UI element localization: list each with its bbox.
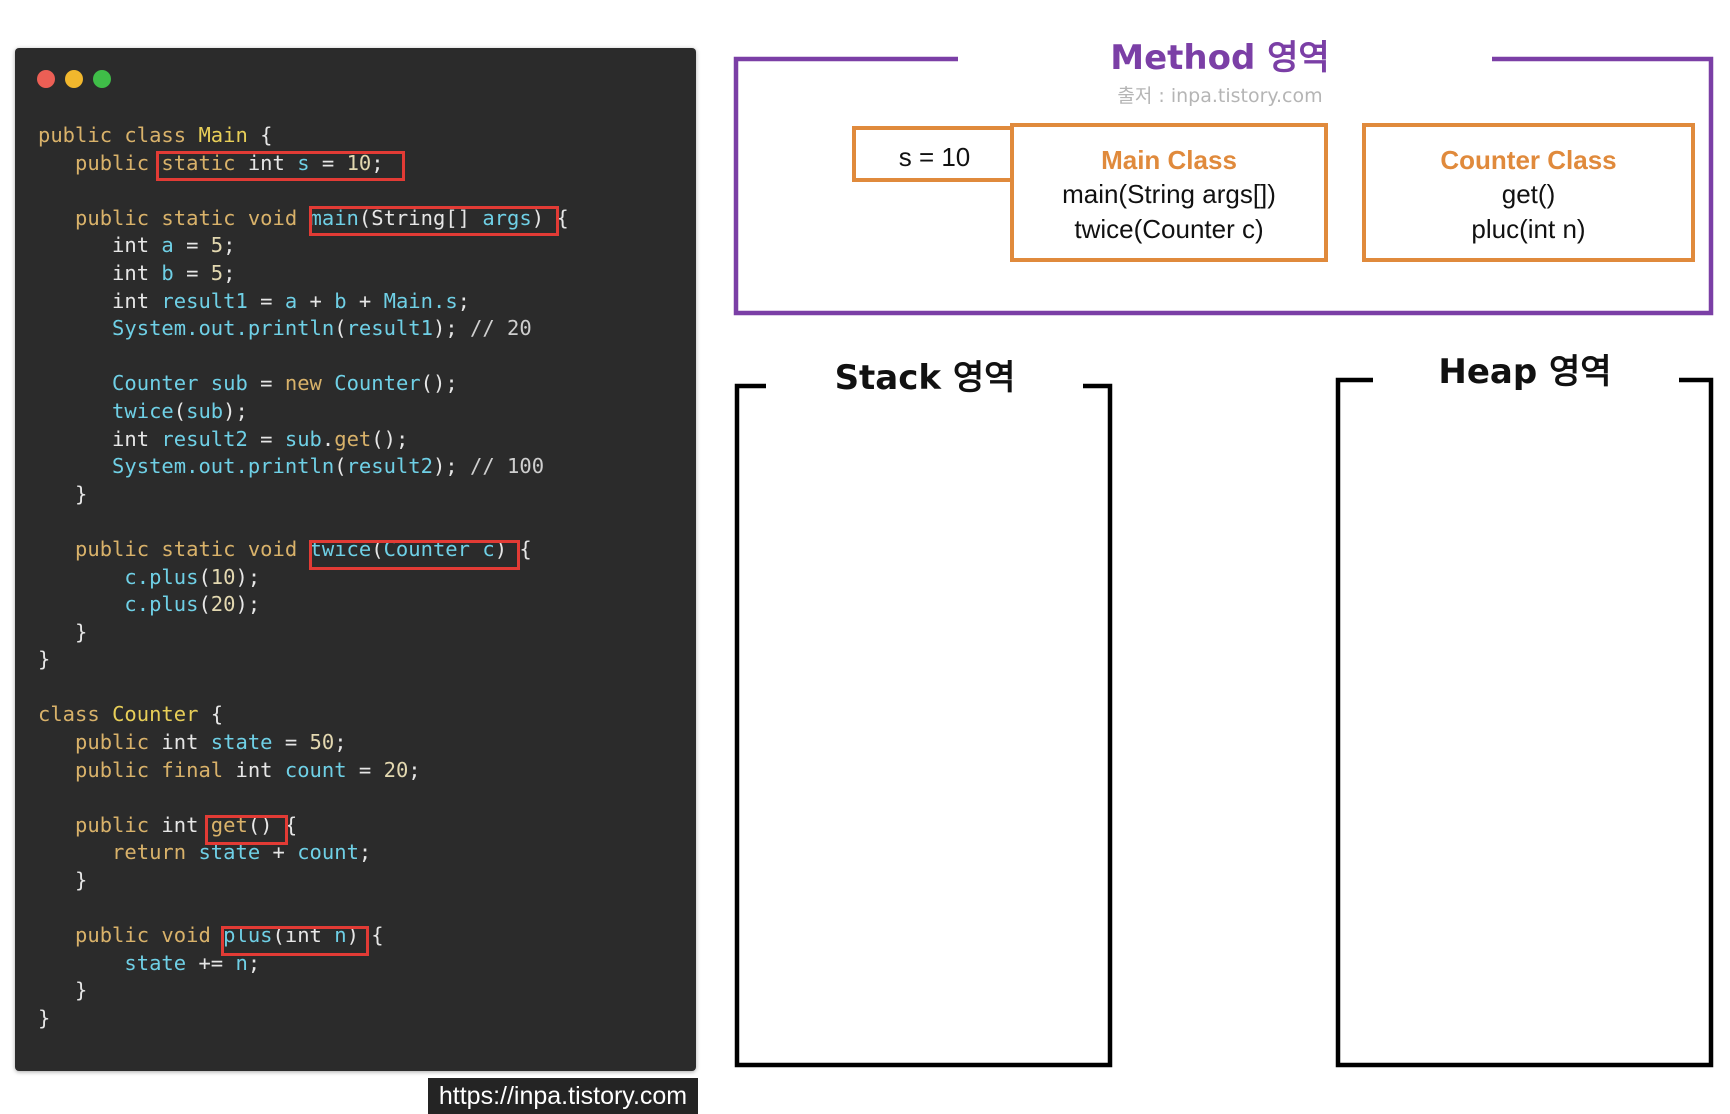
counter-class-box: Counter Class get() pluc(int n): [1362, 123, 1695, 262]
method-area-title: Method 영역: [1110, 38, 1330, 78]
main-class-box: Main Class main(String args[]) twice(Cou…: [1010, 123, 1328, 262]
counter-class-method: pluc(int n): [1471, 214, 1586, 244]
main-class-method: twice(Counter c): [1074, 214, 1264, 244]
counter-class-title: Counter Class: [1440, 145, 1617, 175]
source-credit: 출저 : inpa.tistory.com: [1117, 85, 1323, 107]
main-class-title: Main Class: [1101, 145, 1237, 175]
static-variable-box: s = 10: [852, 126, 1013, 182]
static-variable-label: s = 10: [898, 142, 971, 172]
stack-area-title: Stack 영역: [834, 358, 1016, 398]
main-class-method: main(String args[]): [1062, 179, 1276, 209]
counter-class-method: get(): [1501, 179, 1556, 209]
heap-area-title: Heap 영역: [1438, 352, 1612, 392]
